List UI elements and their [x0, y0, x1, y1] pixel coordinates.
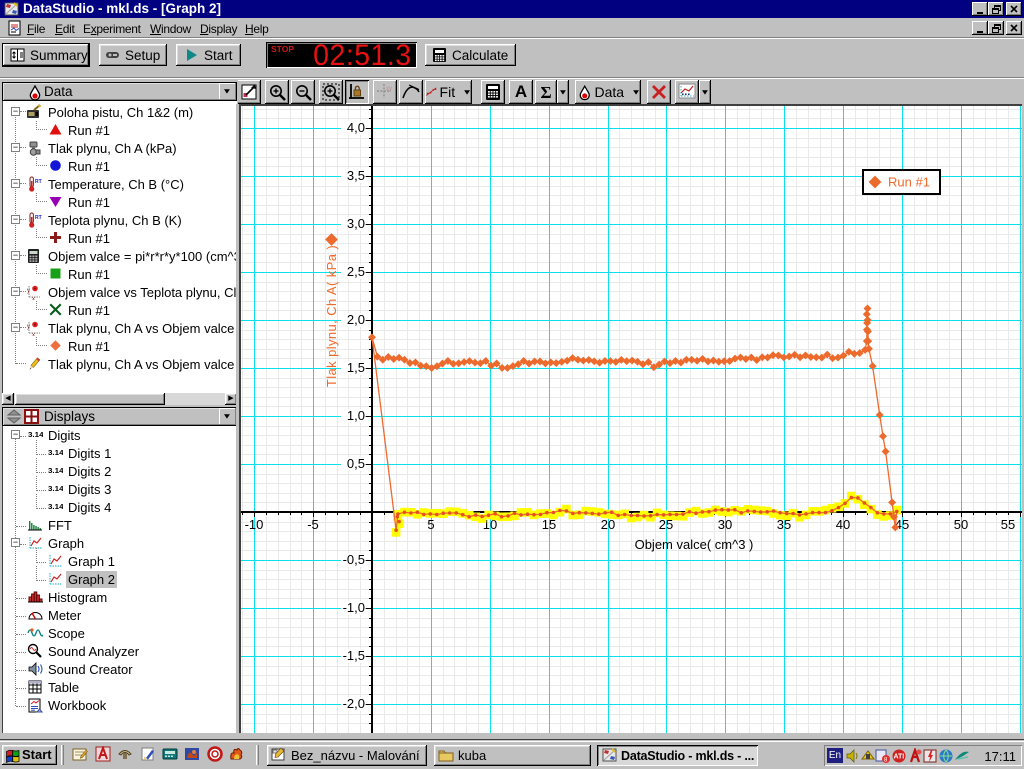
svg-text:30: 30 [718, 517, 732, 532]
svg-text:3.14: 3.14 [48, 466, 63, 475]
svg-text:y: y [27, 288, 30, 294]
svg-text:3.14: 3.14 [48, 502, 63, 511]
svg-text:-2,0: -2,0 [343, 696, 365, 711]
svg-text:Tlak plynu, Ch A( kPa ): Tlak plynu, Ch A( kPa ) [324, 245, 339, 387]
svg-text:50: 50 [954, 517, 968, 532]
svg-text:1,5: 1,5 [347, 360, 365, 375]
svg-text:4,0: 4,0 [347, 120, 365, 135]
svg-text:3.14: 3.14 [48, 448, 63, 457]
svg-text:1,0: 1,0 [347, 408, 365, 423]
svg-text:2,0: 2,0 [347, 312, 365, 327]
svg-text:xy: xy [386, 86, 392, 92]
svg-text:y: y [27, 324, 30, 330]
svg-text:-1,5: -1,5 [343, 648, 365, 663]
svg-text:2,5: 2,5 [347, 264, 365, 279]
svg-text:-10: -10 [245, 517, 264, 532]
svg-text:55: 55 [1001, 517, 1015, 532]
svg-text:0,5: 0,5 [347, 456, 365, 471]
svg-text:-0,5: -0,5 [343, 552, 365, 567]
svg-text:ATI: ATI [894, 754, 905, 761]
svg-text:-5: -5 [307, 517, 319, 532]
svg-text:20: 20 [601, 517, 615, 532]
svg-text:45: 45 [895, 517, 909, 532]
svg-text:Σ: Σ [540, 83, 551, 102]
svg-text:Run #1: Run #1 [888, 175, 930, 190]
svg-text:RTD: RTD [35, 215, 42, 221]
svg-text:3,0: 3,0 [347, 216, 365, 231]
svg-text:RTD: RTD [35, 179, 42, 185]
svg-text:40: 40 [836, 517, 850, 532]
svg-text:x: x [32, 297, 35, 301]
svg-text:-1,0: -1,0 [343, 600, 365, 615]
svg-text:x: x [32, 333, 35, 337]
svg-text:5: 5 [427, 517, 434, 532]
svg-text:3,5: 3,5 [347, 168, 365, 183]
svg-text:3.14: 3.14 [28, 430, 43, 439]
svg-text:3.14: 3.14 [48, 484, 63, 493]
svg-text:Objem valce( cm^3 ): Objem valce( cm^3 ) [635, 537, 754, 552]
